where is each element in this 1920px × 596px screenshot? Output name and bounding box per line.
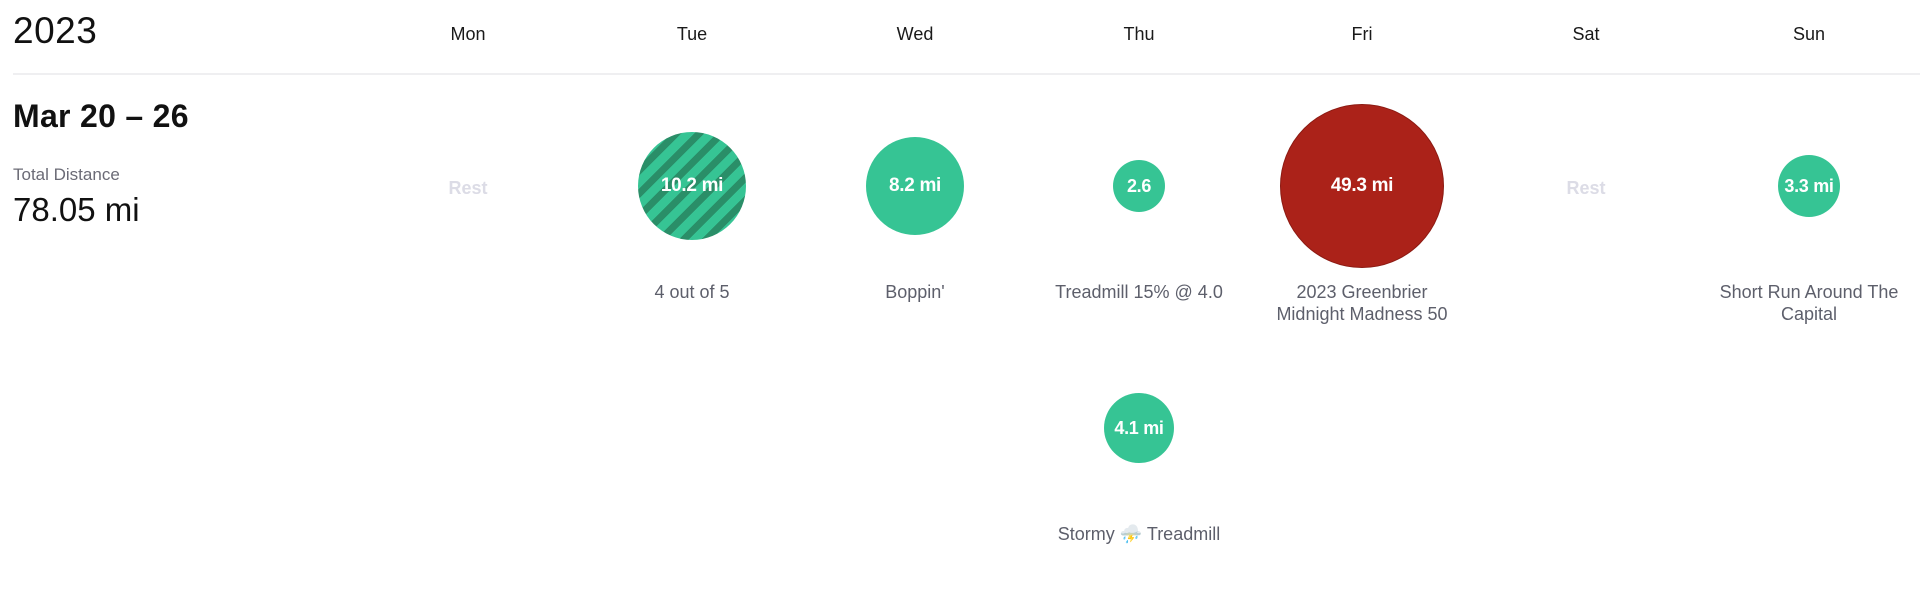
activity-bubble-thu-2[interactable]: 4.1 mi (1104, 393, 1174, 463)
activity-name-line: 2023 Greenbrier (1296, 282, 1428, 302)
week-range[interactable]: Mar 20 – 26 (13, 98, 189, 135)
activity-name-line: Short Run Around The (1719, 282, 1899, 302)
activity-bubble-sun[interactable]: 3.3 mi (1778, 155, 1840, 217)
day-header-sat: Sat (1572, 24, 1600, 44)
activity-distance: 2.6 (1126, 175, 1152, 196)
day-header-thu: Thu (1123, 24, 1155, 44)
activity-distance: 49.3 mi (1330, 175, 1394, 196)
day-header-fri: Fri (1351, 24, 1373, 44)
activity-distance: 4.1 mi (1114, 417, 1164, 438)
total-distance-value: 78.05 mi (13, 191, 140, 228)
activity-name-thu-1[interactable]: Treadmill 15% @ 4.0 (1019, 281, 1259, 303)
day-header-wed: Wed (896, 24, 934, 44)
rest-day-sat: Rest (1566, 178, 1606, 198)
activity-name-wed[interactable]: Boppin' (810, 281, 1020, 303)
total-distance-label: Total Distance (13, 165, 120, 184)
year-title: 2023 (13, 10, 98, 51)
day-header-tue: Tue (676, 24, 708, 44)
activity-bubble-tue[interactable]: 10.2 mi (638, 132, 746, 240)
activity-distance: 10.2 mi (660, 175, 724, 196)
activity-distance: 3.3 mi (1784, 175, 1834, 196)
activity-name-line: Midnight Madness 50 (1276, 304, 1448, 324)
activity-bubble-thu-1[interactable]: 2.6 (1113, 160, 1165, 212)
activity-name-line: Capital (1780, 304, 1838, 324)
activity-name-thu-2[interactable]: Stormy ⛈️ Treadmill (1019, 523, 1259, 545)
activity-name-tue[interactable]: 4 out of 5 (587, 281, 797, 303)
header-divider (13, 73, 1920, 75)
activity-name-sun[interactable]: Short Run Around The Capital (1694, 281, 1920, 325)
activity-bubble-fri[interactable]: 49.3 mi (1280, 104, 1444, 268)
activity-distance: 8.2 mi (888, 175, 942, 196)
activity-bubble-wed[interactable]: 8.2 mi (866, 137, 964, 235)
day-header-sun: Sun (1792, 24, 1826, 44)
activity-name-fri[interactable]: 2023 Greenbrier Midnight Madness 50 (1242, 281, 1482, 325)
rest-day-mon: Rest (448, 178, 488, 198)
day-header-mon: Mon (450, 24, 486, 44)
